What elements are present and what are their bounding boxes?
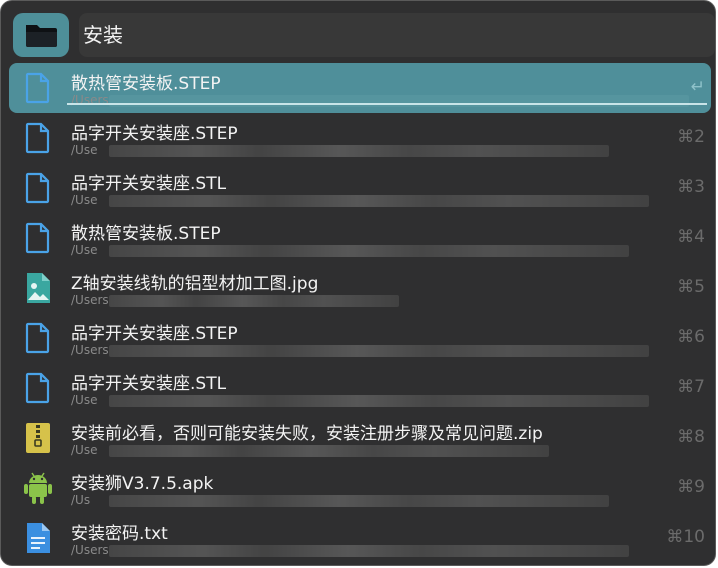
redacted-path xyxy=(109,545,629,557)
document-icon xyxy=(21,221,55,255)
document-icon xyxy=(21,171,55,205)
redacted-path xyxy=(109,95,689,107)
selection-underline xyxy=(67,103,707,105)
document-icon xyxy=(21,121,55,155)
result-row[interactable]: Z轴安装线轨的铝型材加工图.jpg/Users ⌘5 xyxy=(9,263,711,313)
launcher-window: 安装 散热管安装板.STEP/Users ↵ 品字开关安装座.STEP/Use ⌘2 品… xyxy=(0,0,716,566)
result-row[interactable]: 品字开关安装座.STEP/Use ⌘2 xyxy=(9,113,711,163)
result-row[interactable]: 安装狮V3.7.5.apk/Us ⌘9 xyxy=(9,463,711,513)
redacted-path xyxy=(109,295,399,307)
shortcut-hint: ⌘2 xyxy=(677,127,705,147)
result-title: Z轴安装线轨的铝型材加工图.jpg xyxy=(71,274,319,294)
result-row[interactable]: 品字开关安装座.STEP/Users ⌘6 xyxy=(9,313,711,363)
android-icon xyxy=(21,471,55,505)
redacted-path xyxy=(109,195,649,207)
redacted-path xyxy=(109,345,649,357)
shortcut-hint: ⌘4 xyxy=(677,227,705,247)
redacted-path xyxy=(109,495,609,507)
result-path: /Use xyxy=(71,193,98,207)
result-title: 安装密码.txt xyxy=(71,524,168,544)
result-path: /Users xyxy=(71,293,109,307)
redacted-path xyxy=(109,445,549,457)
shortcut-hint: ⌘8 xyxy=(677,427,705,447)
document-icon xyxy=(21,71,55,105)
result-path: /Use xyxy=(71,443,98,457)
result-row[interactable]: 品字开关安装座.STL/Use ⌘3 xyxy=(9,163,711,213)
result-row-selected[interactable]: 散热管安装板.STEP/Users ↵ xyxy=(9,63,711,113)
result-row[interactable]: 散热管安装板.STEP/Use ⌘4 xyxy=(9,213,711,263)
search-input[interactable]: 安装 xyxy=(79,13,715,57)
result-path: /Users xyxy=(71,543,109,557)
result-path: /Use xyxy=(71,143,98,157)
shortcut-hint: ⌘10 xyxy=(666,527,705,547)
shortcut-hint: ⌘6 xyxy=(677,327,705,347)
result-title: 品字开关安装座.STL xyxy=(71,174,227,194)
result-title: 散热管安装板.STEP xyxy=(71,224,221,244)
result-path: /Use xyxy=(71,243,98,257)
result-title: 安装前必看，否则可能安装失败，安装注册步骤及常见问题.zip xyxy=(71,424,543,444)
document-icon xyxy=(21,321,55,355)
shortcut-hint: ⌘5 xyxy=(677,277,705,297)
result-row[interactable]: 安装密码.txt/Users ⌘10 xyxy=(9,513,711,563)
redacted-path xyxy=(109,145,609,157)
result-title: 品字开关安装座.STEP xyxy=(71,124,238,144)
shortcut-hint: ⌘7 xyxy=(677,377,705,397)
result-path: /Use xyxy=(71,393,98,407)
search-header: 安装 xyxy=(1,1,715,63)
folder-icon xyxy=(26,25,57,47)
redacted-path xyxy=(109,395,649,407)
result-title: 散热管安装板.STEP xyxy=(71,74,221,94)
result-title: 品字开关安装座.STL xyxy=(71,374,227,394)
shortcut-hint: ⌘3 xyxy=(677,177,705,197)
result-row[interactable]: 品字开关安装座.STL/Use ⌘7 xyxy=(9,363,711,413)
result-path: /Us xyxy=(71,493,91,507)
shortcut-hint: ↵ xyxy=(690,77,705,97)
shortcut-hint: ⌘9 xyxy=(677,477,705,497)
image-file-icon xyxy=(21,271,55,305)
redacted-path xyxy=(109,245,629,257)
zip-archive-icon xyxy=(21,421,55,455)
document-icon xyxy=(21,371,55,405)
result-path: /Users xyxy=(71,343,109,357)
result-row[interactable]: 安装前必看，否则可能安装失败，安装注册步骤及常见问题.zip/Use ⌘8 xyxy=(9,413,711,463)
result-title: 安装狮V3.7.5.apk xyxy=(71,474,214,494)
result-title: 品字开关安装座.STEP xyxy=(71,324,238,344)
app-icon xyxy=(13,13,69,57)
text-file-icon xyxy=(21,521,55,555)
